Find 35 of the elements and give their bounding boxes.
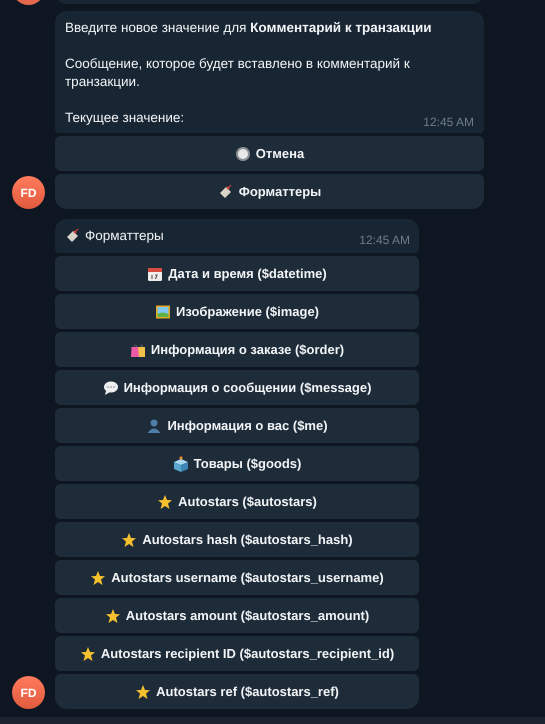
- inline-button[interactable]: Информация о сообщении ($message): [55, 370, 419, 405]
- inline-button[interactable]: Информация о заказе ($order): [55, 332, 419, 367]
- message-text: Форматтеры: [85, 227, 165, 245]
- inline-button[interactable]: Товары ($goods): [55, 446, 419, 481]
- inline-button[interactable]: Изображение ($image): [55, 294, 419, 329]
- person-icon: [146, 418, 162, 434]
- inline-button[interactable]: Autostars amount ($autostars_amount): [55, 598, 419, 633]
- radio-button-icon: [234, 146, 251, 162]
- box-icon: [172, 456, 189, 472]
- star-icon: [80, 646, 96, 662]
- inline-button[interactable]: Отмена: [55, 136, 484, 171]
- inline-button[interactable]: Дата и время ($datetime): [55, 256, 419, 291]
- inline-button[interactable]: Autostars username ($autostars_username): [55, 560, 419, 595]
- message-text: Введите новое значение для Комментарий к транзакции: [65, 19, 433, 37]
- star-icon: [157, 494, 174, 510]
- star-icon: [135, 684, 152, 700]
- inline-button[interactable]: Autostars ref ($autostars_ref): [55, 674, 419, 709]
- message-time: 12:45 AM: [423, 114, 474, 131]
- star-icon: [121, 532, 138, 548]
- inline-button[interactable]: Autostars ($autostars): [55, 484, 419, 519]
- inline-button[interactable]: Autostars hash ($autostars_hash): [55, 522, 419, 557]
- message-text: Текущее значение:: [65, 109, 184, 127]
- message-time: 12:45 AM: [359, 232, 410, 249]
- inline-button[interactable]: Информация о вас ($me): [55, 408, 419, 443]
- inline-button[interactable]: Форматтеры: [55, 174, 484, 209]
- tag-icon: [65, 228, 81, 244]
- calendar-icon: [147, 266, 164, 282]
- star-icon: [104, 608, 121, 624]
- speech-bubble-icon: [102, 380, 119, 396]
- message-text: Сообщение, которое будет вставлено в комментарий к транзакции.: [65, 55, 411, 91]
- star-icon: [90, 570, 106, 586]
- shopping-bag-icon: [130, 342, 146, 358]
- tag-icon: [218, 184, 234, 200]
- inline-button[interactable]: Autostars recipient ID ($autostars_recipient_id): [55, 636, 419, 671]
- picture-frame-icon: [154, 304, 171, 320]
